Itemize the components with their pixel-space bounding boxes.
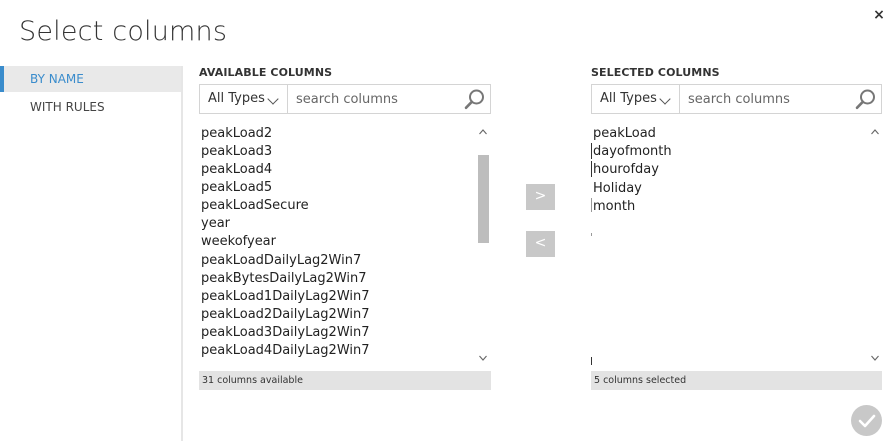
list-item[interactable]: peakLoad2: [201, 125, 272, 143]
chevron-up-icon[interactable]: [870, 125, 880, 139]
list-item[interactable]: dayofmonth: [593, 143, 672, 161]
cursor-mark: [591, 161, 592, 177]
list-item[interactable]: peakLoad: [593, 125, 656, 143]
list-item[interactable]: peakLoadSecure: [201, 197, 309, 215]
search-icon[interactable]: [855, 88, 877, 110]
chevron-down-icon: [659, 93, 671, 105]
cursor-mark: [591, 233, 592, 236]
list-item[interactable]: peakLoad2DailyLag2Win7: [201, 306, 370, 324]
list-item[interactable]: peakLoad5: [201, 179, 272, 197]
available-search-input[interactable]: [296, 85, 464, 113]
list-item[interactable]: year: [201, 215, 230, 233]
selected-type-dropdown[interactable]: All Types: [592, 85, 680, 113]
available-columns-list[interactable]: peakLoad2 peakLoad3 peakLoad4 peakLoad5 …: [199, 125, 491, 365]
list-item[interactable]: hourofday: [593, 161, 659, 179]
list-item[interactable]: peakLoad3: [201, 143, 272, 161]
selected-count: 5 columns selected: [591, 371, 882, 390]
add-column-button[interactable]: >: [526, 184, 555, 210]
chevron-down-icon[interactable]: [870, 351, 880, 365]
selected-scrollbar[interactable]: [868, 125, 882, 365]
available-type-dropdown[interactable]: All Types: [200, 85, 288, 113]
available-type-label: All Types: [208, 91, 265, 106]
list-item[interactable]: peakLoad1DailyLag2Win7: [201, 288, 370, 306]
available-scrollbar[interactable]: [476, 125, 490, 365]
chevron-up-icon[interactable]: [478, 125, 488, 139]
available-filter-bar: All Types: [199, 84, 491, 114]
list-item[interactable]: Holiday: [593, 180, 642, 198]
selected-type-label: All Types: [600, 91, 657, 106]
chevron-down-icon: [267, 93, 279, 105]
list-item[interactable]: peakLoad4: [201, 161, 272, 179]
remove-column-button[interactable]: <: [526, 231, 555, 257]
dialog-title: Select columns: [19, 16, 228, 47]
cursor-mark: [591, 143, 592, 159]
sidebar-item-with-rules[interactable]: WITH RULES: [0, 94, 181, 120]
selected-search-input[interactable]: [688, 85, 856, 113]
available-columns-heading: AVAILABLE COLUMNS: [199, 66, 333, 79]
ok-button[interactable]: [851, 405, 882, 436]
selected-columns-list[interactable]: peakLoad dayofmonth hourofday Holiday mo…: [591, 125, 882, 365]
checkmark-icon: [858, 414, 876, 428]
list-item[interactable]: peakLoad3DailyLag2Win7: [201, 324, 370, 342]
list-item[interactable]: weekofyear: [201, 233, 276, 251]
search-icon[interactable]: [464, 88, 486, 110]
chevron-down-icon[interactable]: [478, 351, 488, 365]
available-scroll-thumb[interactable]: [478, 155, 489, 243]
available-count: 31 columns available: [199, 371, 491, 390]
sidebar: BY NAME WITH RULES: [0, 66, 183, 441]
close-icon[interactable]: ×: [872, 7, 886, 23]
list-item[interactable]: month: [593, 198, 635, 216]
list-item[interactable]: peakBytesDailyLag2Win7: [201, 270, 367, 288]
list-item[interactable]: peakLoadDailyLag2Win7: [201, 252, 361, 270]
selected-columns-heading: SELECTED COLUMNS: [591, 66, 720, 79]
cursor-mark: [591, 357, 592, 365]
selected-filter-bar: All Types: [591, 84, 882, 114]
cursor-mark: [591, 198, 592, 212]
list-item[interactable]: peakLoad4DailyLag2Win7: [201, 342, 370, 360]
sidebar-item-by-name[interactable]: BY NAME: [0, 66, 181, 92]
